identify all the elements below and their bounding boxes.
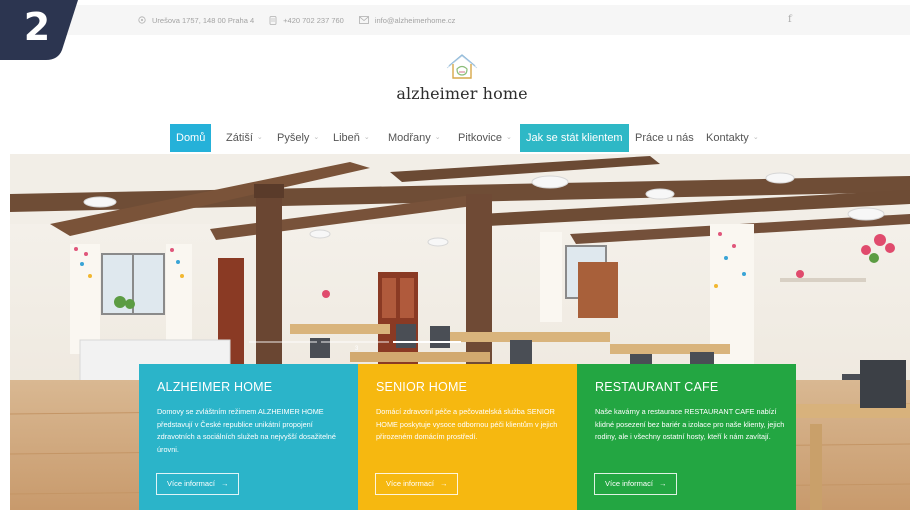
facebook-icon[interactable]: f (788, 14, 792, 25)
chevron-down-icon: ⌄ (256, 134, 263, 141)
button-label: Více informací (167, 479, 215, 488)
card-title: RESTAURANT CAFE (595, 380, 719, 394)
card-restaurant-cafe: RESTAURANT CAFE Naše kavárny a restaurac… (577, 364, 796, 510)
nav-item-jak-se-stat-klientem[interactable]: Jak se stát klientem (520, 124, 629, 152)
main-navigation: Domů Zátiší ⌄ Pyšely ⌄ Libeň ⌄ Modřany ⌄ Pit… (0, 124, 912, 152)
nav-item-label: Jak se stát klientem (526, 132, 623, 144)
card-title: ALZHEIMER HOME (157, 380, 273, 394)
chevron-down-icon: ⌄ (434, 134, 441, 141)
card-senior-home: SENIOR HOME Domácí zdravotní péče a pečo… (358, 364, 577, 510)
nav-item-label: Domů (176, 132, 206, 144)
logo-wordmark: alzheimer home (396, 84, 528, 103)
slider-dot[interactable] (249, 341, 317, 343)
site-logo[interactable]: alzheimer home (388, 52, 536, 103)
slider-dot[interactable] (321, 341, 389, 343)
nav-item-modrany[interactable]: Modřany ⌄ (382, 124, 447, 152)
card-text: Naše kavárny a restaurace RESTAURANT CAF… (595, 407, 785, 441)
nav-item-zatisi[interactable]: Zátiší ⌄ (220, 124, 269, 152)
button-label: Více informací (386, 479, 434, 488)
arrow-right-icon: → (220, 479, 229, 488)
nav-item-label: Zátiší (226, 132, 253, 144)
nav-item-pysely[interactable]: Pyšely ⌄ (271, 124, 325, 152)
more-info-button[interactable]: Více informací → (156, 473, 240, 495)
card-text: Domácí zdravotní péče a pečovatelská slu… (376, 407, 558, 441)
house-logo-icon (446, 54, 478, 79)
more-info-button[interactable]: Více informací → (594, 473, 678, 495)
chevron-down-icon: ⌄ (506, 134, 512, 141)
phone-item[interactable]: +420 702 237 760 (269, 16, 344, 25)
nav-item-label: Pyšely (277, 132, 310, 144)
email-text: info@alzheimerhome.cz (374, 15, 456, 25)
phone-text: +420 702 237 760 (283, 15, 344, 25)
button-label: Více informací (605, 479, 653, 488)
address-item: Urešova 1757, 148 00 Praha 4 (138, 16, 254, 25)
nav-item-label: Práce u nás (635, 132, 694, 144)
top-info-bar: Urešova 1757, 148 00 Praha 4 +420 702 23… (10, 5, 910, 35)
nav-item-label: Kontakty (706, 132, 749, 144)
email-item[interactable]: info@alzheimerhome.cz (358, 15, 456, 25)
card-alzheimer-home: ALZHEIMER HOME Domovy se zvláštním režim… (139, 364, 358, 510)
address-text: Urešova 1757, 148 00 Praha 4 (152, 15, 255, 25)
nav-item-prace-u-nas[interactable]: Práce u nás (629, 124, 700, 152)
nav-item-kontakty[interactable]: Kontakty ⌄ (700, 124, 765, 152)
chevron-down-icon: ⌄ (313, 134, 320, 141)
slider-dot-active[interactable] (393, 341, 461, 343)
slider-page-number: 3 (355, 346, 359, 352)
badge-number: 2 (23, 5, 51, 49)
nav-item-label: Libeň (333, 132, 360, 144)
more-info-button[interactable]: Více informací → (375, 473, 459, 495)
nav-item-pitkovice[interactable]: Pitkovice ⌄ (452, 124, 518, 152)
mail-icon (358, 16, 369, 24)
nav-item-label: Modřany (388, 132, 431, 144)
nav-item-domu[interactable]: Domů (170, 124, 212, 152)
arrow-right-icon: → (658, 479, 667, 488)
slider-pager (249, 341, 461, 345)
card-text: Domovy se zvláštním režimem ALZHEIMER HO… (157, 407, 336, 454)
chevron-down-icon: ⌄ (363, 134, 370, 141)
page: 2 Urešova 1757, 148 00 Praha 4 +420 702 … (0, 0, 912, 510)
step-badge: 2 (0, 0, 80, 64)
chevron-down-icon: ⌄ (752, 134, 759, 141)
arrow-right-icon: → (439, 479, 448, 488)
phone-icon (269, 15, 277, 25)
nav-item-label: Pitkovice (458, 132, 503, 144)
nav-item-liben[interactable]: Libeň ⌄ (327, 124, 376, 152)
location-pin-icon (138, 15, 146, 25)
card-title: SENIOR HOME (376, 380, 468, 394)
